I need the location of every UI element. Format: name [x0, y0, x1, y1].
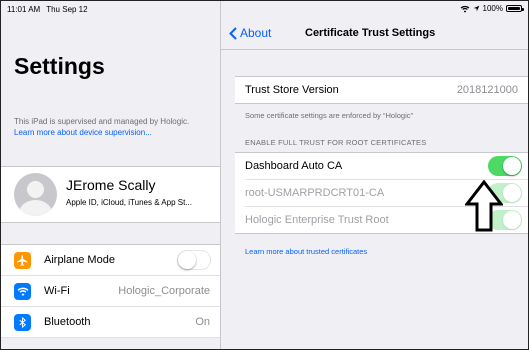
learn-more-link[interactable]: Learn more about trusted certificates: [245, 247, 367, 256]
page-title: Certificate Trust Settings: [305, 27, 436, 39]
airplane-icon: [14, 252, 31, 269]
profile-subtitle: Apple ID, iCloud, iTunes & App St...: [66, 198, 192, 207]
certificate-row-dashboard-auto-ca[interactable]: Dashboard Auto CA: [235, 153, 528, 179]
supervision-text: This iPad is supervised and managed by H…: [14, 117, 190, 126]
sidebar-item-label: Airplane Mode: [44, 254, 115, 266]
certificate-trust-pane: About Certificate Trust Settings Trust S…: [221, 1, 528, 349]
sidebar-item-bluetooth[interactable]: Bluetooth On: [1, 307, 220, 338]
ipad-screen: Settings This iPad is supervised and man…: [0, 0, 529, 350]
certificate-label: root-USMARPRDCRT01-CA: [245, 187, 385, 199]
trust-store-value: 2018121000: [456, 84, 518, 96]
wifi-status-icon: [460, 5, 469, 13]
battery-icon: [506, 5, 524, 12]
chevron-left-icon: [229, 26, 237, 40]
section-header: ENABLE FULL TRUST FOR ROOT CERTIFICATES: [245, 138, 427, 147]
nav-bar: About Certificate Trust Settings: [221, 19, 528, 50]
status-bar: 11:01 AM Thu Sep 12 100%: [1, 1, 528, 19]
status-time: 11:01 AM: [7, 5, 41, 14]
apple-id-profile[interactable]: JErome Scally Apple ID, iCloud, iTunes &…: [1, 166, 220, 223]
bluetooth-icon: [14, 314, 31, 331]
supervision-link[interactable]: Learn more about device supervision...: [14, 128, 152, 137]
location-arrow-icon: [473, 5, 479, 12]
trust-store-version-row: Trust Store Version 2018121000: [235, 77, 528, 103]
status-date: Thu Sep 12: [46, 5, 88, 14]
sidebar-title: Settings: [14, 53, 105, 79]
wifi-network-value: Hologic_Corporate: [118, 285, 210, 297]
back-label: About: [240, 26, 272, 40]
certificate-label: Dashboard Auto CA: [245, 160, 343, 172]
up-arrow-annotation-icon: [465, 180, 503, 232]
sidebar-item-label: Wi-Fi: [44, 285, 70, 297]
profile-name: JErome Scally: [66, 177, 156, 193]
back-button[interactable]: About: [229, 26, 271, 40]
bluetooth-value: On: [195, 316, 210, 328]
battery-percent: 100%: [482, 4, 503, 13]
supervision-notice: This iPad is supervised and managed by H…: [14, 116, 209, 138]
settings-list: Airplane Mode Wi-Fi Hologic_Corporate Bl…: [1, 244, 220, 338]
sidebar-item-label: Bluetooth: [44, 316, 91, 328]
certificate-label: Hologic Enterprise Trust Root: [245, 214, 389, 226]
enforced-note: Some certificate settings are enforced b…: [245, 111, 413, 120]
airplane-mode-toggle[interactable]: [177, 250, 211, 270]
certificate-trust-toggle[interactable]: [488, 156, 522, 176]
wifi-icon: [14, 283, 31, 300]
trust-store-card: Trust Store Version 2018121000: [235, 76, 528, 104]
sidebar-item-wifi[interactable]: Wi-Fi Hologic_Corporate: [1, 276, 220, 307]
trust-store-label: Trust Store Version: [245, 84, 339, 96]
avatar: [14, 173, 57, 216]
sidebar-item-airplane-mode[interactable]: Airplane Mode: [1, 245, 220, 276]
settings-sidebar: Settings This iPad is supervised and man…: [1, 1, 221, 349]
